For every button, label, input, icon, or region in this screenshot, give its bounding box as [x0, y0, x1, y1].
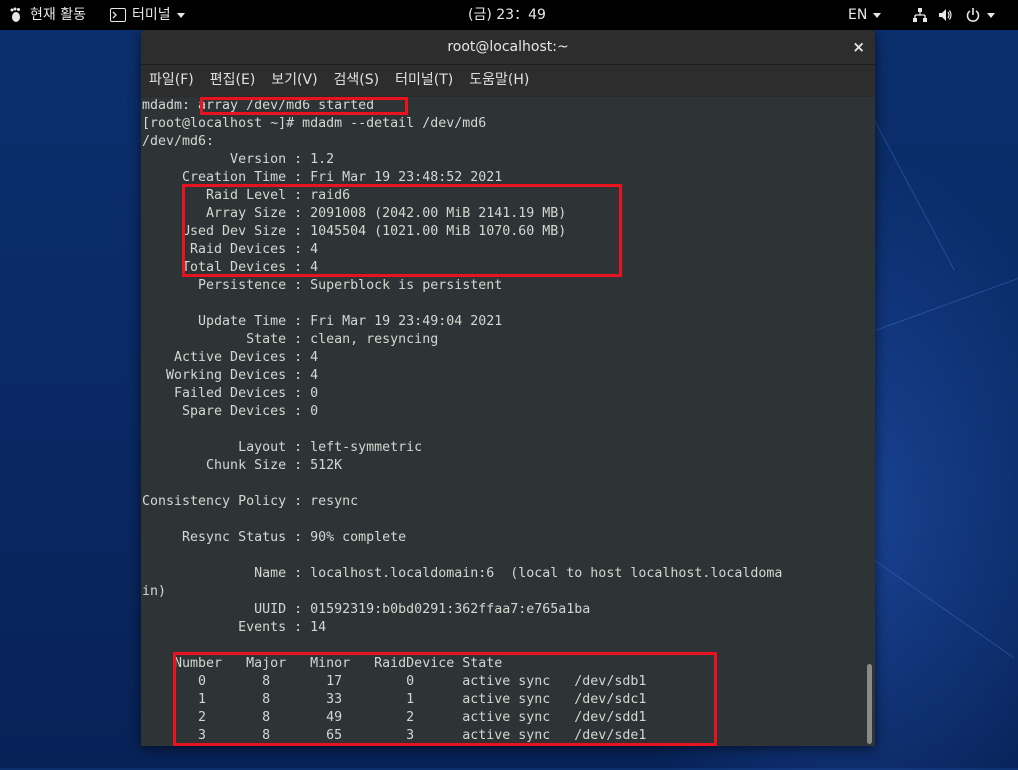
input-method-menu[interactable]: EN: [848, 0, 882, 30]
terminal-line: Version : 1.2: [142, 152, 335, 167]
window-titlebar[interactable]: root@localhost:~ ×: [141, 30, 875, 65]
terminal-line: Raid Devices : 4: [142, 242, 319, 257]
terminal-line: Update Time : Fri Mar 19 23:49:04 2021: [142, 314, 503, 329]
terminal-line: Persistence : Superblock is persistent: [142, 278, 503, 293]
terminal-line: 2 8 49 2 active sync /dev/sdd1: [142, 710, 647, 725]
chevron-down-icon: [987, 12, 995, 18]
terminal-line: [root@localhost ~]# mdadm --detail /dev/…: [142, 116, 487, 131]
terminal-window: root@localhost:~ × 파일(F) 편집(E) 보기(V) 검색(…: [141, 30, 875, 746]
chevron-down-icon: [176, 12, 185, 18]
terminal-line: Creation Time : Fri Mar 19 23:48:52 2021: [142, 170, 503, 185]
activities-button[interactable]: 현재 활동: [8, 0, 86, 30]
terminal-line: 0 8 17 0 active sync /dev/sdb1: [142, 674, 647, 689]
terminal-line: Layout : left-symmetric: [142, 440, 423, 455]
system-status-menu[interactable]: [912, 0, 995, 30]
terminal-line: Resync Status : 90% complete: [142, 530, 407, 545]
terminal-line: Number Major Minor RaidDevice State: [142, 656, 503, 671]
terminal-output[interactable]: mdadm: array /dev/md6 started [root@loca…: [141, 97, 875, 746]
terminal-line: State : clean, resyncing: [142, 332, 439, 347]
terminal-line: 3 8 65 3 active sync /dev/sde1: [142, 728, 647, 743]
power-icon: [966, 8, 980, 22]
terminal-line: Name : localhost.localdomain:6 (local to…: [142, 566, 783, 581]
terminal-line: mdadm: array /dev/md6 started: [142, 98, 375, 113]
terminal-line: /dev/md6:: [142, 134, 215, 149]
terminal-line: Used Dev Size : 1045504 (1021.00 MiB 107…: [142, 224, 567, 239]
terminal-scrollbar[interactable]: [867, 664, 872, 744]
close-button[interactable]: ×: [852, 30, 865, 64]
menu-help[interactable]: 도움말(H): [461, 65, 537, 95]
app-menu-label: 터미널: [132, 7, 171, 23]
clock-label: (금) 23：49: [468, 7, 546, 23]
terminal-app-icon: [110, 8, 126, 22]
chevron-down-icon: [873, 12, 882, 18]
terminal-line: Failed Devices : 0: [142, 386, 319, 401]
terminal-line: Spare Devices : 0: [142, 404, 319, 419]
terminal-line: 1 8 33 1 active sync /dev/sdc1: [142, 692, 647, 707]
volume-icon: [939, 9, 952, 21]
terminal-line: UUID : 01592319:b0bd0291:362ffaa7:e765a1…: [142, 602, 591, 617]
terminal-line: Total Devices : 4: [142, 260, 319, 275]
terminal-line: Raid Level : raid6: [142, 188, 351, 203]
terminal-line: Chunk Size : 512K: [142, 458, 343, 473]
app-menu-terminal[interactable]: 터미널: [110, 0, 185, 30]
terminal-line: Working Devices : 4: [142, 368, 319, 383]
terminal-line: Consistency Policy : resync: [142, 494, 359, 509]
terminal-line: Array Size : 2091008 (2042.00 MiB 2141.1…: [142, 206, 567, 221]
input-method-label: EN: [848, 7, 868, 23]
terminal-line: in): [142, 584, 167, 599]
terminal-line: Active Devices : 4: [142, 350, 319, 365]
menu-search[interactable]: 검색(S): [326, 65, 388, 95]
menu-file[interactable]: 파일(F): [141, 65, 202, 95]
activities-label: 현재 활동: [30, 7, 86, 23]
window-title: root@localhost:~: [447, 39, 569, 55]
clock[interactable]: (금) 23：49: [468, 0, 546, 30]
menu-view[interactable]: 보기(V): [263, 65, 325, 95]
menu-bar: 파일(F) 편집(E) 보기(V) 검색(S) 터미널(T) 도움말(H): [141, 65, 875, 95]
menu-edit[interactable]: 편집(E): [202, 65, 264, 95]
terminal-line: Events : 14: [142, 620, 327, 635]
menu-terminal[interactable]: 터미널(T): [387, 65, 461, 95]
network-wired-icon: [913, 8, 927, 22]
terminal-text: mdadm: array /dev/md6 started [root@loca…: [142, 97, 782, 745]
top-panel: 현재 활동 터미널 (금) 23：49 EN: [0, 0, 1018, 30]
gnome-foot-icon: [10, 7, 20, 22]
